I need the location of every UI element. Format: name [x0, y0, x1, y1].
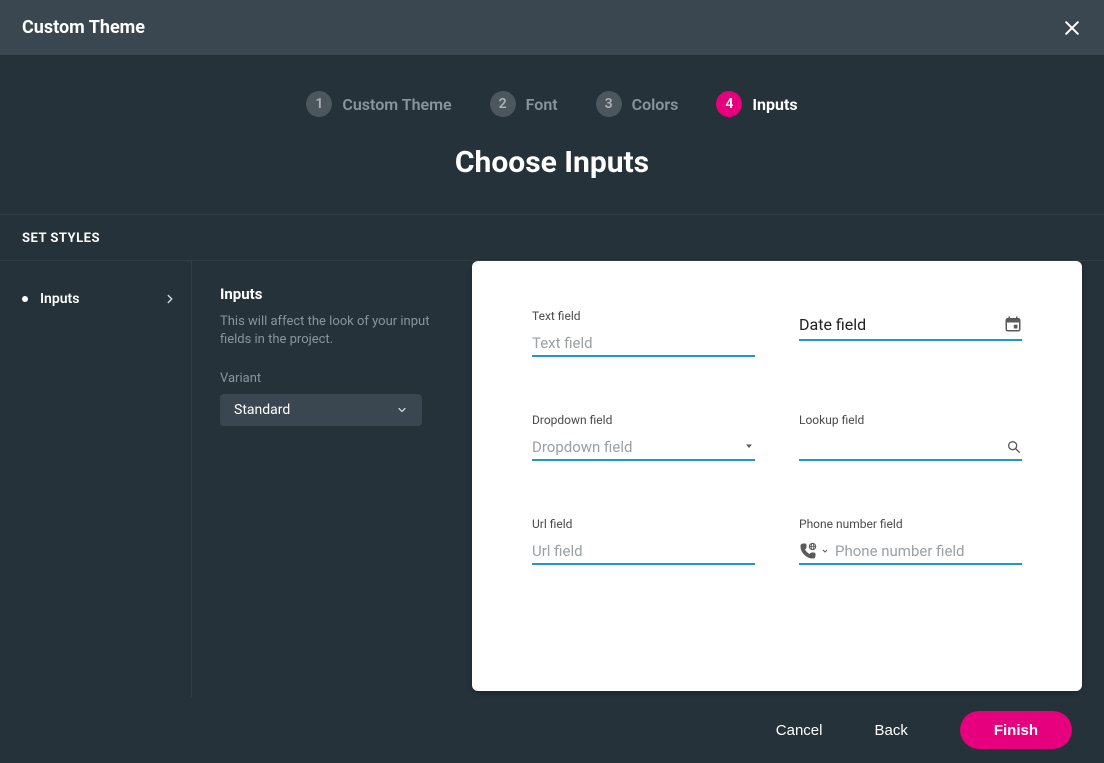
- footer: Cancel Back Finish: [0, 697, 1104, 763]
- dropdown-input[interactable]: Dropdown field: [532, 435, 755, 461]
- phone-country-select[interactable]: [799, 542, 829, 560]
- field-placeholder: Phone number field: [835, 542, 1022, 560]
- date-input[interactable]: Date field: [799, 309, 1022, 341]
- chevron-down-icon: [821, 547, 829, 555]
- lookup-field-preview: Lookup field: [799, 413, 1022, 461]
- preview-wrap: Text field Text field Date field: [472, 261, 1104, 697]
- page-heading: Choose Inputs: [455, 145, 649, 180]
- config-title: Inputs: [220, 285, 446, 303]
- step-label: Custom Theme: [342, 95, 451, 114]
- url-field-preview: Url field Url field: [532, 517, 755, 565]
- modal-header: Custom Theme: [0, 0, 1104, 55]
- cancel-button[interactable]: Cancel: [776, 722, 823, 739]
- caret-down-icon: [743, 438, 755, 456]
- stepper: 1 Custom Theme 2 Font 3 Colors 4 Inputs: [306, 91, 797, 117]
- step-number: 3: [596, 91, 622, 117]
- field-label: Lookup field: [799, 413, 1022, 427]
- chevron-down-icon: [396, 404, 408, 416]
- field-label: Phone number field: [799, 517, 1022, 531]
- step-label: Inputs: [752, 95, 797, 114]
- section-bar: SET STYLES: [0, 215, 1104, 261]
- config-panel: Inputs This will affect the look of your…: [192, 261, 472, 697]
- field-value: Date field: [799, 315, 866, 334]
- phone-input[interactable]: Phone number field: [799, 539, 1022, 565]
- step-number: 4: [716, 91, 742, 117]
- text-input[interactable]: Text field: [532, 331, 755, 357]
- body: Inputs Inputs This will affect the look …: [0, 261, 1104, 697]
- search-icon[interactable]: [1006, 439, 1022, 455]
- variant-select[interactable]: Standard: [220, 394, 422, 426]
- close-button[interactable]: [1058, 14, 1086, 42]
- step-number: 1: [306, 91, 332, 117]
- field-label: Url field: [532, 517, 755, 531]
- bullet-icon: [22, 296, 28, 302]
- text-field-preview: Text field Text field: [532, 309, 755, 357]
- dropdown-field-preview: Dropdown field Dropdown field: [532, 413, 755, 461]
- step-label: Font: [526, 95, 558, 114]
- step-colors[interactable]: 3 Colors: [596, 91, 679, 117]
- step-label: Colors: [632, 95, 679, 114]
- calendar-icon[interactable]: [1004, 315, 1022, 333]
- close-icon: [1062, 18, 1082, 38]
- field-placeholder: Dropdown field: [532, 438, 632, 456]
- field-placeholder: Url field: [532, 542, 583, 560]
- step-custom-theme[interactable]: 1 Custom Theme: [306, 91, 451, 117]
- sidebar-item-inputs[interactable]: Inputs: [0, 285, 191, 313]
- config-description: This will affect the look of your input …: [220, 313, 446, 349]
- stepper-area: 1 Custom Theme 2 Font 3 Colors 4 Inputs …: [0, 55, 1104, 215]
- field-label: Text field: [532, 309, 755, 323]
- step-font[interactable]: 2 Font: [490, 91, 558, 117]
- chevron-right-icon: [163, 292, 177, 306]
- step-inputs[interactable]: 4 Inputs: [716, 91, 797, 117]
- date-field-preview: Date field: [799, 309, 1022, 357]
- sidebar-item-label: Inputs: [40, 291, 79, 307]
- field-label: Dropdown field: [532, 413, 755, 427]
- variant-value: Standard: [234, 402, 290, 418]
- preview-card: Text field Text field Date field: [472, 261, 1082, 691]
- modal-title: Custom Theme: [22, 17, 145, 38]
- lookup-input[interactable]: [799, 435, 1022, 461]
- finish-button[interactable]: Finish: [960, 711, 1072, 749]
- step-number: 2: [490, 91, 516, 117]
- back-button[interactable]: Back: [874, 722, 907, 739]
- url-input[interactable]: Url field: [532, 539, 755, 565]
- phone-field-preview: Phone number field Phone number field: [799, 517, 1022, 565]
- field-placeholder: Text field: [532, 334, 593, 352]
- custom-theme-modal: Custom Theme 1 Custom Theme 2 Font 3 Col…: [0, 0, 1104, 763]
- sidebar: Inputs: [0, 261, 192, 697]
- variant-label: Variant: [220, 371, 446, 386]
- phone-globe-icon: [799, 542, 817, 560]
